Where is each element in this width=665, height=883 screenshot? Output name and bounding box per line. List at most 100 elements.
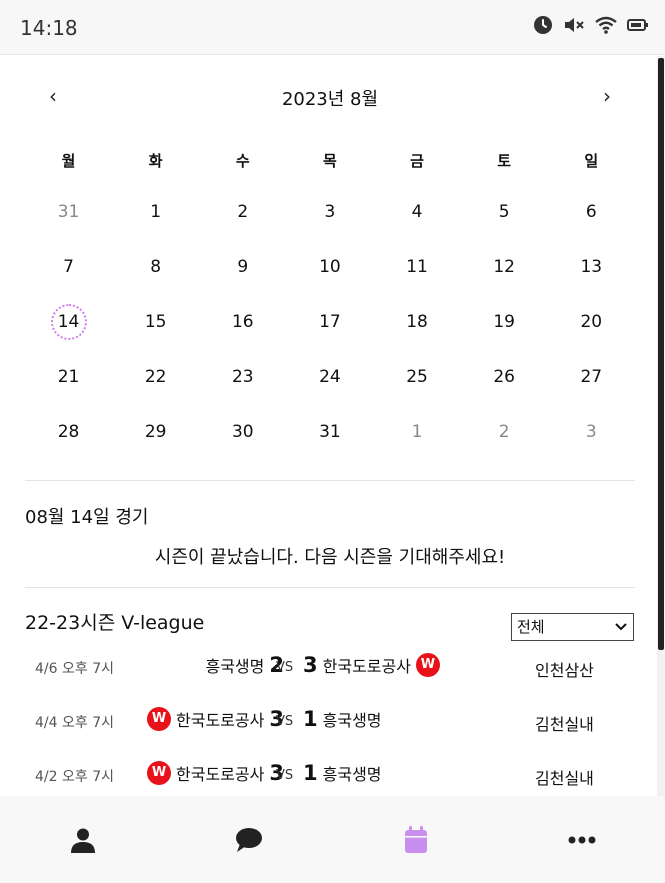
vs-label: VS bbox=[276, 660, 294, 675]
season-ended-message: 시즌이 끝났습니다. 다음 시즌을 기대해주세요! bbox=[154, 547, 506, 568]
match-row[interactable]: 4/6 오후 7시 흥국생명 2 VS 3 한국도로공사 W 인천삼산 bbox=[25, 641, 635, 695]
calendar-day[interactable]: 3 bbox=[286, 202, 373, 222]
status-bar: 14:18 bbox=[0, 0, 665, 55]
away-score: 1 bbox=[303, 707, 318, 731]
away-team-name: 한국도로공사 bbox=[322, 657, 411, 676]
wifi-icon bbox=[595, 16, 617, 34]
selected-day-label: 14 bbox=[50, 303, 87, 340]
calendar-day[interactable]: 13 bbox=[548, 257, 635, 277]
calendar-day[interactable]: 31 bbox=[286, 422, 373, 442]
season-filter-value: 전체 bbox=[517, 618, 545, 636]
winner-badge: W bbox=[147, 707, 172, 731]
nav-calendar[interactable] bbox=[333, 796, 499, 883]
home-team-name: 흥국생명 bbox=[205, 657, 265, 676]
match-date: 4/6 오후 7시 bbox=[35, 661, 114, 677]
scrollbar-thumb[interactable] bbox=[658, 58, 664, 650]
calendar-week: 14 15 16 17 18 19 20 bbox=[25, 294, 635, 349]
calendar-week: 31 1 2 3 4 5 6 bbox=[25, 184, 635, 239]
calendar-day[interactable]: 9 bbox=[199, 257, 286, 277]
season-filter-select[interactable]: 전체 bbox=[511, 613, 634, 641]
calendar-day[interactable]: 17 bbox=[286, 312, 373, 332]
calendar-day[interactable]: 3 bbox=[548, 422, 635, 442]
calendar-day[interactable]: 15 bbox=[112, 312, 199, 332]
match-venue: 김천실내 bbox=[535, 715, 594, 734]
season-title: 22-23시즌 V-league bbox=[25, 612, 205, 634]
winner-badge: W bbox=[147, 761, 172, 785]
away-team-name: 흥국생명 bbox=[322, 711, 382, 730]
more-icon bbox=[568, 836, 596, 843]
weekday-label: 목 bbox=[323, 151, 337, 170]
calendar-day[interactable]: 2 bbox=[461, 422, 548, 442]
calendar-week: 28 29 30 31 1 2 3 bbox=[25, 404, 635, 459]
calendar-day-selected[interactable]: 14 bbox=[25, 303, 112, 340]
away-team: 1 흥국생명 bbox=[303, 707, 382, 731]
chevron-down-icon bbox=[615, 623, 627, 631]
away-team: 1 흥국생명 bbox=[303, 761, 382, 785]
away-score: 3 bbox=[303, 653, 318, 677]
games-date-heading: 08월 14일 경기 bbox=[25, 507, 149, 528]
user-icon bbox=[71, 828, 96, 853]
calendar-day[interactable]: 11 bbox=[374, 257, 461, 277]
calendar-day[interactable]: 29 bbox=[112, 422, 199, 442]
chat-icon bbox=[236, 827, 263, 852]
next-month-button[interactable]: › bbox=[595, 84, 619, 108]
weekday-label: 월 bbox=[61, 151, 76, 170]
calendar-day[interactable]: 5 bbox=[461, 202, 548, 222]
weekday-label: 일 bbox=[584, 151, 599, 170]
calendar-header: ‹ 2023년 8월 › bbox=[25, 80, 635, 114]
home-team-name: 한국도로공사 bbox=[176, 765, 265, 784]
match-date: 4/4 오후 7시 bbox=[35, 715, 114, 731]
calendar-day[interactable]: 23 bbox=[199, 367, 286, 387]
calendar-day[interactable]: 21 bbox=[25, 367, 112, 387]
divider bbox=[25, 480, 635, 481]
away-team-name: 흥국생명 bbox=[322, 765, 382, 784]
calendar-week: 7 8 9 10 11 12 13 bbox=[25, 239, 635, 294]
calendar-day[interactable]: 25 bbox=[374, 367, 461, 387]
calendar-icon bbox=[404, 825, 427, 853]
weekday-label: 금 bbox=[410, 151, 424, 170]
calendar-day[interactable]: 18 bbox=[374, 312, 461, 332]
calendar-day[interactable]: 19 bbox=[461, 312, 548, 332]
calendar-day[interactable]: 1 bbox=[112, 202, 199, 222]
weekday-label: 수 bbox=[235, 151, 250, 170]
calendar-day[interactable]: 28 bbox=[25, 422, 112, 442]
nav-more[interactable] bbox=[499, 796, 665, 883]
away-score: 1 bbox=[303, 761, 318, 785]
status-time: 14:18 bbox=[20, 16, 78, 40]
calendar-day[interactable]: 12 bbox=[461, 257, 548, 277]
mute-icon bbox=[565, 18, 584, 32]
away-team: 3 한국도로공사 W bbox=[303, 653, 440, 677]
calendar-day[interactable]: 2 bbox=[199, 202, 286, 222]
calendar-day[interactable]: 27 bbox=[548, 367, 635, 387]
match-row[interactable]: 4/2 오후 7시 W 한국도로공사 3 VS 1 흥국생명 김천실내 bbox=[25, 749, 635, 803]
home-team: W 한국도로공사 3 bbox=[147, 761, 284, 785]
calendar-day[interactable]: 22 bbox=[112, 367, 199, 387]
calendar-day[interactable]: 6 bbox=[548, 202, 635, 222]
calendar-day[interactable]: 1 bbox=[374, 422, 461, 442]
calendar-day[interactable]: 20 bbox=[548, 312, 635, 332]
calendar-day[interactable]: 30 bbox=[199, 422, 286, 442]
home-team-name: 한국도로공사 bbox=[176, 711, 265, 730]
calendar-day[interactable]: 24 bbox=[286, 367, 373, 387]
calendar-day[interactable]: 31 bbox=[25, 202, 112, 222]
nav-profile[interactable] bbox=[0, 796, 166, 883]
calendar-grid: 월 화 수 목 금 토 일 31 1 2 3 4 5 6 7 8 9 10 11… bbox=[25, 136, 635, 459]
calendar-day[interactable]: 16 bbox=[199, 312, 286, 332]
weekday-label: 토 bbox=[497, 151, 512, 170]
status-icons bbox=[533, 15, 649, 35]
calendar-day[interactable]: 10 bbox=[286, 257, 373, 277]
home-team: 흥국생명 2 bbox=[205, 653, 284, 677]
vs-label: VS bbox=[276, 768, 294, 783]
match-date: 4/2 오후 7시 bbox=[35, 769, 114, 785]
weekday-row: 월 화 수 목 금 토 일 bbox=[25, 136, 635, 184]
calendar-day[interactable]: 4 bbox=[374, 202, 461, 222]
nav-chat[interactable] bbox=[166, 796, 332, 883]
calendar-day[interactable]: 8 bbox=[112, 257, 199, 277]
calendar-title: 2023년 8월 bbox=[281, 89, 379, 110]
match-row[interactable]: 4/4 오후 7시 W 한국도로공사 3 VS 1 흥국생명 김천실내 bbox=[25, 695, 635, 749]
calendar-day[interactable]: 7 bbox=[25, 257, 112, 277]
home-team: W 한국도로공사 3 bbox=[147, 707, 284, 731]
vs-label: VS bbox=[276, 714, 294, 729]
weekday-label: 화 bbox=[148, 151, 163, 170]
calendar-day[interactable]: 26 bbox=[461, 367, 548, 387]
